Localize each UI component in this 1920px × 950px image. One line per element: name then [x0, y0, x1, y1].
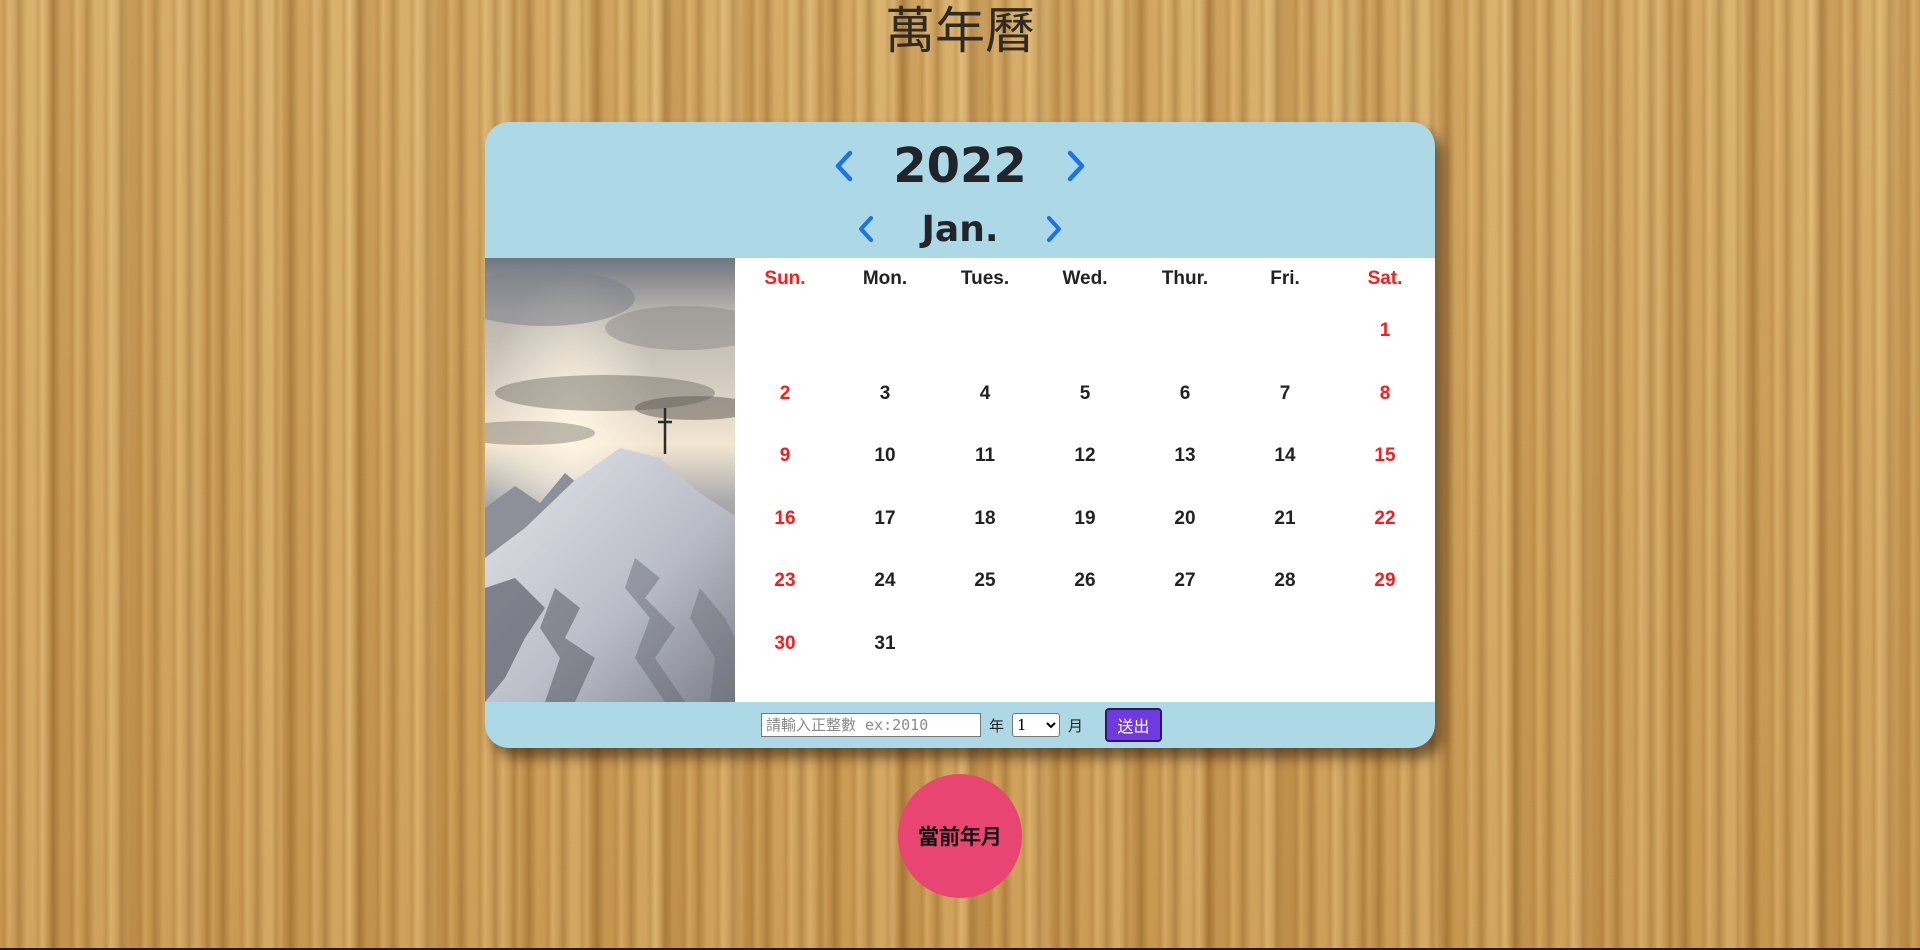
day-cell: 1 — [1379, 320, 1391, 341]
year-unit-label: 年 — [988, 716, 1004, 735]
day-cell: 23 — [774, 570, 796, 591]
chevron-right-icon — [1047, 216, 1061, 242]
weekday-label: Mon. — [862, 268, 908, 289]
chevron-right-icon — [1067, 150, 1085, 182]
week-row: 2 3 4 5 6 7 8 — [735, 363, 1435, 426]
day-cell: 11 — [974, 445, 996, 466]
page-title: 萬年曆 — [885, 2, 1035, 60]
day-cell — [1135, 613, 1235, 676]
day-cell: 16 — [774, 507, 796, 529]
day-cell: 29 — [1374, 570, 1396, 591]
current-year-month-button[interactable]: 當前年月 — [898, 774, 1022, 898]
calendar-grid: Sun. Mon. Tues. Wed. Thur. Fri. Sat. 1 2… — [735, 258, 1435, 702]
month-unit-label: 月 — [1068, 716, 1084, 735]
year-month-form: 年 1 月 送出 — [485, 702, 1435, 748]
calendar-card: 2022 Jan. Sun. Mon. Tues. Wed. Thur. Fri… — [485, 122, 1435, 748]
year-display: 2022 — [893, 138, 1027, 194]
day-cell — [935, 613, 1035, 676]
prev-year-button[interactable] — [827, 144, 861, 188]
day-cell — [1035, 300, 1135, 363]
day-cell: 18 — [974, 507, 996, 529]
month-nav: Jan. — [485, 204, 1435, 254]
weekday-header: Sun. Mon. Tues. Wed. Thur. Fri. Sat. — [735, 258, 1435, 300]
weekday-label: Tues. — [960, 268, 1010, 289]
day-cell: 22 — [1374, 507, 1396, 529]
day-cell: 7 — [1279, 382, 1291, 404]
month-display: Jan. — [921, 208, 999, 250]
day-cell: 9 — [779, 445, 791, 466]
day-cell: 4 — [979, 382, 991, 404]
weeks: 1 2 3 4 5 6 7 8 9 10 11 12 13 14 15 16 1… — [735, 300, 1435, 675]
year-input[interactable] — [760, 713, 981, 737]
day-cell — [1235, 300, 1335, 363]
day-cell: 12 — [1074, 445, 1096, 466]
day-cell: 28 — [1274, 570, 1296, 591]
day-cell: 14 — [1274, 445, 1296, 466]
day-cell: 21 — [1274, 507, 1296, 529]
day-cell — [1135, 300, 1235, 363]
day-cell: 31 — [874, 632, 896, 654]
week-row: 30 31 — [735, 613, 1435, 676]
week-row: 1 — [735, 300, 1435, 363]
submit-button[interactable]: 送出 — [1105, 708, 1163, 742]
prev-month-button[interactable] — [849, 207, 883, 251]
day-cell: 10 — [874, 445, 896, 466]
day-cell — [835, 300, 935, 363]
day-cell: 25 — [974, 570, 996, 591]
week-row: 16 17 18 19 20 21 22 — [735, 488, 1435, 551]
day-cell — [735, 300, 835, 363]
day-cell: 19 — [1074, 507, 1096, 529]
week-row: 23 24 25 26 27 28 29 — [735, 550, 1435, 613]
year-nav: 2022 — [485, 132, 1435, 200]
weekday-label: Wed. — [1062, 268, 1108, 289]
day-cell: 8 — [1379, 382, 1391, 404]
day-cell: 3 — [879, 382, 891, 404]
next-year-button[interactable] — [1059, 144, 1093, 188]
day-cell: 15 — [1374, 445, 1396, 466]
day-cell: 6 — [1179, 382, 1191, 404]
day-cell: 26 — [1074, 570, 1096, 591]
month-photo — [485, 258, 735, 702]
day-cell: 17 — [874, 507, 896, 529]
day-cell: 2 — [779, 382, 791, 404]
weekday-label: Thur. — [1161, 268, 1209, 289]
day-cell — [1235, 613, 1335, 676]
day-cell: 27 — [1174, 570, 1196, 591]
weekday-label: Sat. — [1367, 268, 1403, 289]
calendar-header: 2022 Jan. — [485, 122, 1435, 258]
next-month-button[interactable] — [1037, 207, 1071, 251]
week-row: 9 10 11 12 13 14 15 — [735, 425, 1435, 488]
day-cell — [1335, 613, 1435, 676]
day-cell: 24 — [874, 570, 896, 591]
day-cell: 30 — [774, 632, 796, 654]
day-cell: 13 — [1174, 445, 1196, 466]
month-select[interactable]: 1 — [1012, 713, 1060, 737]
weekday-label: Sun. — [764, 268, 806, 289]
weekday-label: Fri. — [1270, 268, 1300, 289]
chevron-left-icon — [859, 216, 873, 242]
day-cell: 5 — [1079, 382, 1091, 404]
chevron-left-icon — [835, 150, 853, 182]
snowy-mountain-image — [485, 258, 735, 702]
day-cell — [935, 300, 1035, 363]
day-cell: 20 — [1174, 507, 1196, 529]
day-cell — [1035, 613, 1135, 676]
